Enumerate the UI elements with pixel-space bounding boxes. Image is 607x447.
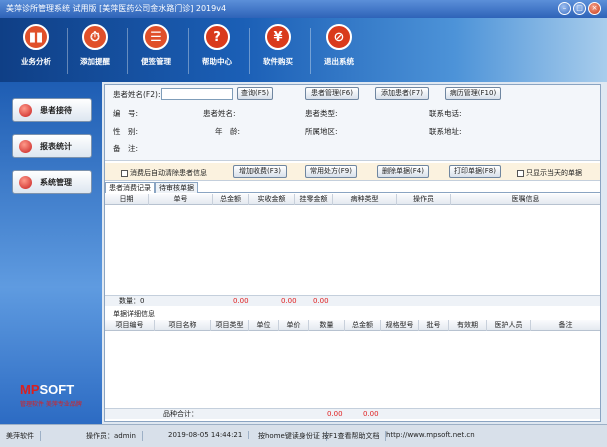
patient-manage-button[interactable]: 患者管理(F6) [305,87,359,100]
minimize-button[interactable]: – [558,2,571,15]
auto-clear-checkbox[interactable]: 消费后自动清除患者信息 [121,168,207,178]
sidebar-item-patient-reception[interactable]: 患者接待 [12,98,92,122]
detail-table[interactable]: 项目编号 项目名称 项目类型 单位 单价 数量 总金额 规格型号 批号 有效期 … [105,320,600,420]
patient-name-label: 患者姓名(F2): [113,90,161,99]
bill-received-sum: 0.00 [281,297,297,305]
toolbar-purchase[interactable]: ¥ 软件购买 [248,24,308,67]
patient-name-input[interactable] [161,88,233,100]
add-charge-button[interactable]: 增加收费(F3) [233,165,287,178]
main-panel: 患者姓名(F2): 查询(F5) 患者管理(F6) 添加患者(F7) 病历管理(… [104,84,601,422]
red-ball-icon [19,175,32,189]
type-label: 患者类型: [305,109,338,118]
status-app-name: 美萍软件 [6,431,41,441]
red-ball-icon [19,103,32,117]
window-title: 美萍诊所管理系统 试用版 [美萍医药公司金水路门诊] 2019v4 [6,4,227,13]
status-operator: 操作员：admin [86,431,143,441]
red-ball-icon [19,139,32,153]
detail-table-header: 项目编号 项目名称 项目类型 单位 单价 数量 总金额 规格型号 批号 有效期 … [105,320,600,331]
address-label: 联系地址: [429,127,462,136]
record-tabs: 患者消费记录 待审核单据 [105,182,600,193]
delete-bill-button[interactable]: 删除单据(F4) [377,165,429,178]
bill-table[interactable]: 日期 单号 总金额 实收金额 挂零金额 病种类型 操作员 医嘱信息 数量：0 0… [105,194,600,306]
sidebar-item-reports[interactable]: 报表统计 [12,134,92,158]
status-datetime: 2019-08-05 14:44:21 [168,431,250,439]
title-bar: 美萍诊所管理系统 试用版 [美萍医药公司金水路门诊] 2019v4 – □ × [0,0,607,18]
bill-table-header: 日期 单号 总金额 实收金额 挂零金额 病种类型 操作员 医嘱信息 [105,194,600,205]
bill-table-footer: 数量：0 0.00 0.00 0.00 [105,295,600,306]
sidebar: 患者接待 报表统计 系统管理 MPSOFT 管理软件 美萍专业品牌 [0,82,102,424]
bill-count: 数量：0 [119,297,145,305]
close-button[interactable]: × [588,2,601,15]
exit-icon: ⊘ [326,24,352,50]
name-label: 患者姓名: [203,109,236,118]
status-hint-idcard: 按home键读身份证 [258,431,327,441]
age-label: 年 龄: [215,127,241,136]
id-label: 编 号: [113,109,139,118]
bill-total-sum: 0.00 [233,297,249,305]
note-label: 备 注: [113,144,139,153]
notepad-icon: ☰ [143,24,169,50]
maximize-button[interactable]: □ [573,2,586,15]
detail-qty-sum: 0.00 [327,410,343,418]
add-patient-button[interactable]: 添加患者(F7) [375,87,429,100]
detail-table-footer: 品种合计： 0.00 0.00 [105,408,600,419]
action-bar: 消费后自动清除患者信息 增加收费(F3) 常用处方(F9) 删除单据(F4) 打… [105,163,600,181]
main-toolbar: ▮▮ 业务分析 ⏱ 添加提醒 ☰ 便签管理 ? 帮助中心 ¥ 软件购买 ⊘ 退出… [0,18,607,82]
today-only-checkbox[interactable]: 只显示当天的单据 [517,168,582,178]
phone-label: 联系电话: [429,109,462,118]
toolbar-add-reminder[interactable]: ⏱ 添加提醒 [65,24,125,67]
print-bill-button[interactable]: 打印单据(F8) [449,165,501,178]
detail-section-label: 单据详细信息 [113,310,155,318]
sidebar-item-system[interactable]: 系统管理 [12,170,92,194]
gender-label: 性 别: [113,127,139,136]
tab-pending-bills[interactable]: 待审核单据 [155,182,198,193]
common-prescription-button[interactable]: 常用处方(F9) [305,165,357,178]
region-label: 所属地区: [305,127,338,136]
window-controls: – □ × [558,2,601,15]
mpsoft-logo: MPSOFT 管理软件 美萍专业品牌 [20,382,82,408]
toolbar-business-analysis[interactable]: ▮▮ 业务分析 [6,24,66,67]
toolbar-help[interactable]: ? 帮助中心 [187,24,247,67]
toolbar-exit[interactable]: ⊘ 退出系统 [309,24,369,67]
detail-amount-sum: 0.00 [363,410,379,418]
clock-icon: ⏱ [82,24,108,50]
help-icon: ? [204,24,230,50]
detail-total-label: 品种合计： [163,410,198,418]
tab-consumption-records[interactable]: 患者消费记录 [105,182,155,193]
status-bar: 美萍软件 操作员：admin 2019-08-05 14:44:21 按home… [0,424,607,447]
status-hint-help: 按F1查看帮助文档 [322,431,387,441]
toolbar-notes[interactable]: ☰ 便签管理 [126,24,186,67]
bar-chart-icon: ▮▮ [23,24,49,50]
status-url[interactable]: http://www.mpsoft.net.cn [386,431,481,439]
patient-info-panel: 患者姓名(F2): 查询(F5) 患者管理(F6) 添加患者(F7) 病历管理(… [105,85,600,161]
medical-record-button[interactable]: 病历管理(F10) [445,87,501,100]
bill-rounding-sum: 0.00 [313,297,329,305]
yen-icon: ¥ [265,24,291,50]
query-button[interactable]: 查询(F5) [237,87,273,100]
